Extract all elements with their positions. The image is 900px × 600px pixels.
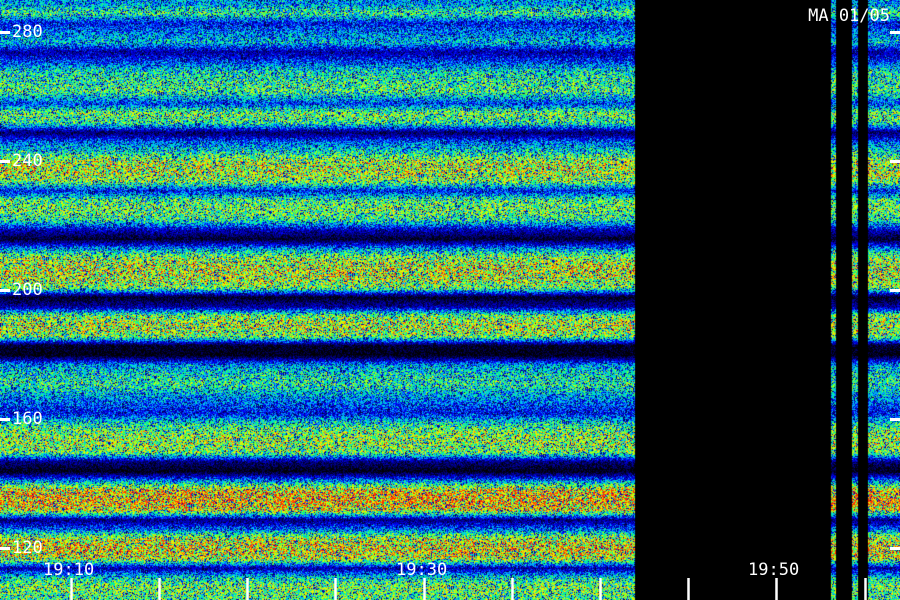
y-tick-label-240: 240 [12, 151, 43, 171]
x-tick-label-19-10: 19:10 [43, 560, 95, 580]
x-tick-label-19-30: 19:30 [396, 560, 448, 580]
x-tick-label-19-50: 19:50 [748, 560, 800, 580]
y-tick-label-280: 280 [12, 22, 43, 42]
y-tick-label-160: 160 [12, 409, 43, 429]
chart-title: MA 01/05 [808, 6, 890, 26]
chart-overlay: MA 01/05 280 240 200 160 120 19:10 19:30 19:50 [0, 0, 900, 600]
y-tick-label-120: 120 [12, 538, 43, 558]
y-tick-label-200: 200 [12, 280, 43, 300]
axes-layer [0, 31, 900, 600]
